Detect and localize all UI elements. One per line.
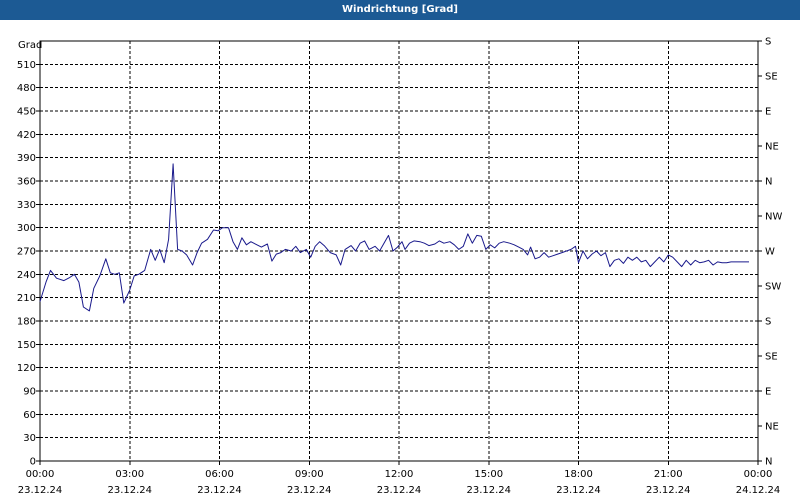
y-tick-label: 360 [17, 177, 36, 188]
y-axis-right-ticks: N NE E SE S SW W NW N NE E SE S [758, 37, 782, 468]
x-tick-time-label: 12:00 [385, 469, 414, 480]
x-axis-ticks: 00:00 23.12.24 03:00 23.12.24 06:00 23.12.24 0… [18, 461, 781, 496]
x-tick-time-label: 18:00 [564, 469, 593, 480]
y-tick-label: 180 [17, 317, 36, 328]
y-right-tick-label: N [765, 177, 772, 188]
y-right-tick-label: NE [765, 422, 779, 433]
x-tick-date-label: 23.12.24 [556, 485, 601, 496]
series-group [39, 163, 749, 312]
series-line [39, 163, 749, 312]
y-tick-label: 450 [17, 107, 36, 118]
x-tick-time-label: 00:00 [744, 469, 773, 480]
y-right-tick-label: NW [765, 212, 782, 223]
x-tick-date-label: 23.12.24 [197, 485, 242, 496]
wind-direction-chart: Grad 0 30 60 90 120 150 180 210 240 270 300 330 360 3… [17, 37, 783, 497]
y-tick-label: 420 [17, 130, 36, 141]
y-right-tick-label: SE [765, 352, 778, 363]
grid [40, 41, 758, 461]
y-right-tick-label: W [765, 247, 775, 258]
y-tick-label: 30 [23, 433, 36, 444]
y-tick-label: 240 [17, 270, 36, 281]
chart-title: Windrichtung [Grad] [0, 0, 800, 20]
y-axis-label: Grad [18, 40, 42, 51]
x-tick-date-label: 24.12.24 [736, 485, 781, 496]
x-tick-time-label: 03:00 [115, 469, 144, 480]
y-tick-label: 510 [17, 60, 36, 71]
y-tick-label: 480 [17, 83, 36, 94]
y-tick-label: 90 [23, 387, 36, 398]
y-tick-label: 60 [23, 410, 36, 421]
x-tick-time-label: 09:00 [295, 469, 324, 480]
y-right-tick-label: SW [765, 282, 781, 293]
y-tick-label: 0 [30, 457, 36, 468]
y-tick-label: 390 [17, 153, 36, 164]
x-tick-time-label: 00:00 [26, 469, 55, 480]
y-right-tick-label: N [765, 457, 772, 468]
x-tick-date-label: 23.12.24 [646, 485, 691, 496]
y-right-tick-label: SE [765, 72, 778, 83]
y-tick-label: 330 [17, 200, 36, 211]
chart-area: Grad 0 30 60 90 120 150 180 210 240 270 300 330 360 3… [0, 20, 800, 500]
y-tick-label: 210 [17, 293, 36, 304]
y-tick-label: 150 [17, 340, 36, 351]
y-right-tick-label: NE [765, 142, 779, 153]
y-tick-label: 300 [17, 223, 36, 234]
x-tick-date-label: 23.12.24 [107, 485, 152, 496]
y-tick-label: 120 [17, 363, 36, 374]
y-tick-label: 270 [17, 247, 36, 258]
x-tick-time-label: 06:00 [205, 469, 234, 480]
x-tick-date-label: 23.12.24 [287, 485, 332, 496]
y-right-tick-label: E [765, 387, 771, 398]
y-right-tick-label: S [765, 37, 771, 48]
y-axis-ticks: 0 30 60 90 120 150 180 210 240 270 300 330 360 390 420… [17, 60, 40, 468]
y-right-tick-label: E [765, 107, 771, 118]
x-tick-date-label: 23.12.24 [377, 485, 422, 496]
x-tick-date-label: 23.12.24 [18, 485, 63, 496]
x-tick-time-label: 15:00 [474, 469, 503, 480]
x-tick-date-label: 23.12.24 [466, 485, 511, 496]
x-tick-time-label: 21:00 [654, 469, 683, 480]
y-right-tick-label: S [765, 317, 771, 328]
